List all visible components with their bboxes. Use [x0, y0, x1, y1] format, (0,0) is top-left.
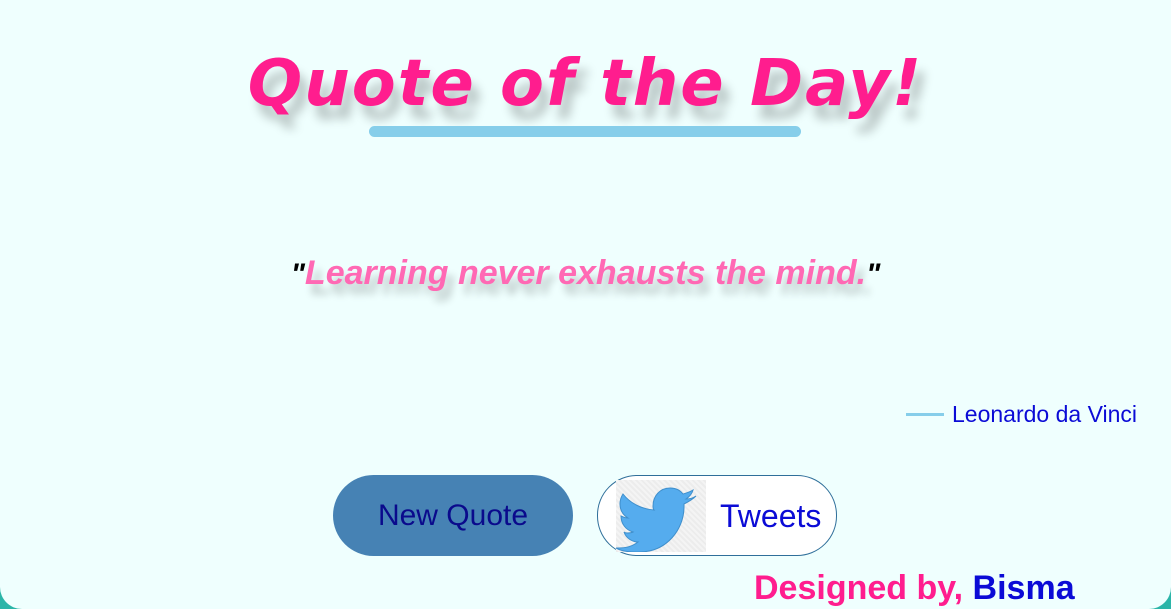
new-quote-button[interactable]: New Quote — [333, 475, 573, 556]
author-row: Leonardo da Vinci — [906, 400, 1137, 428]
author-name: Leonardo da Vinci — [952, 400, 1137, 427]
designer-credit: Designed by, Bisma — [754, 566, 1075, 609]
open-quote-mark: " — [290, 258, 305, 291]
quote-block: "Learning never exhausts the mind." — [0, 252, 1171, 296]
quote-card: Quote of the Day! "Learning never exhaus… — [0, 0, 1171, 609]
designer-credit-prefix: Designed by, — [754, 569, 964, 607]
author-dash — [906, 412, 944, 416]
twitter-bird-icon — [614, 480, 706, 553]
page-title: Quote of the Day! — [247, 47, 924, 121]
designer-name: Bisma — [972, 569, 1075, 607]
tweet-button-label: Tweets — [720, 498, 822, 534]
close-quote-mark: " — [866, 258, 881, 291]
quote-text: Learning never exhausts the mind. — [304, 254, 867, 292]
title-underline — [369, 126, 801, 137]
tweet-button[interactable]: Tweets — [597, 475, 837, 556]
